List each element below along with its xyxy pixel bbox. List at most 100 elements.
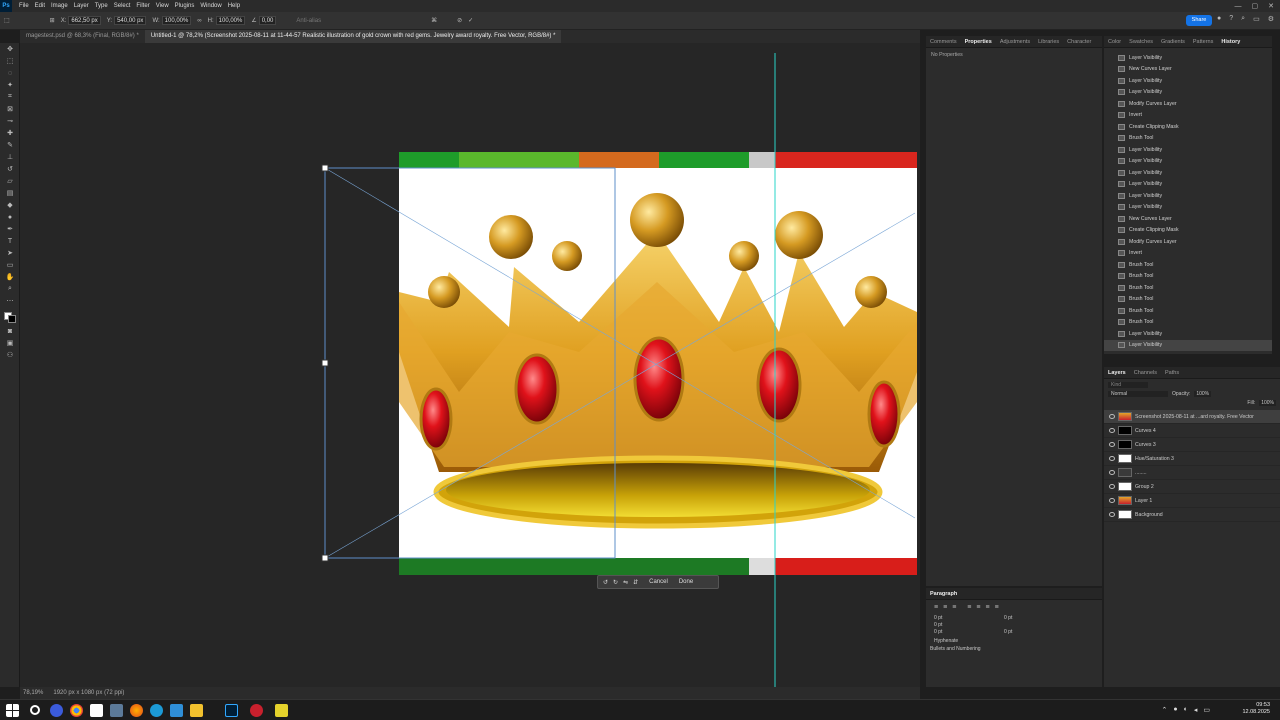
history-item[interactable]: Modify Curves Layer	[1104, 236, 1272, 248]
angle-input[interactable]: 0,00	[258, 16, 277, 25]
mic-icon[interactable]: ●	[1173, 706, 1177, 714]
justify-all-icon[interactable]: ≡	[995, 604, 999, 611]
opacity-input[interactable]: 100%	[1194, 391, 1212, 397]
tab-untitled-1[interactable]: Untitled-1 @ 78,2% (Screenshot 2025-08-1…	[144, 30, 562, 43]
tab-character[interactable]: Character	[1063, 36, 1095, 47]
transform-handle[interactable]	[321, 359, 329, 367]
history-item[interactable]: Brush Tool	[1104, 133, 1272, 145]
tab-adjustments[interactable]: Adjustments	[996, 36, 1034, 47]
brush-tool-icon[interactable]: ✎	[0, 139, 20, 151]
blend-mode-select[interactable]: Normal	[1108, 391, 1168, 397]
menu-layer[interactable]: Layer	[71, 3, 92, 9]
copilot-icon[interactable]	[50, 704, 63, 717]
settings-icon[interactable]: ⚙	[1268, 15, 1274, 23]
clock[interactable]: 09:53 12.08.2025	[1242, 702, 1270, 716]
history-item[interactable]: Brush Tool	[1104, 259, 1272, 271]
history-item[interactable]: Layer Visibility	[1104, 167, 1272, 179]
maximize-button[interactable]: ▢	[1252, 2, 1259, 10]
layer-row[interactable]: Curves 3	[1104, 438, 1280, 452]
eraser-icon[interactable]: ▱	[0, 175, 20, 187]
share-button[interactable]: Share	[1186, 15, 1212, 26]
history-item[interactable]: Brush Tool	[1104, 271, 1272, 283]
fill-input[interactable]: 100%	[1259, 400, 1276, 406]
crop-tool-icon[interactable]: ⌗	[0, 91, 20, 103]
menu-select[interactable]: Select	[111, 3, 134, 9]
move-tool-icon[interactable]: ✥	[0, 43, 20, 55]
healing-brush-icon[interactable]: ✚	[0, 127, 20, 139]
reference-point-icon[interactable]: ⊞	[50, 17, 55, 24]
history-item[interactable]: Invert	[1104, 248, 1272, 260]
x-input[interactable]: 662,50 px	[68, 16, 101, 25]
close-button[interactable]: ✕	[1268, 2, 1274, 10]
eyedropper-icon[interactable]: ⊸	[0, 115, 20, 127]
tab-patterns[interactable]: Patterns	[1189, 36, 1217, 47]
layer-row[interactable]: Curves 4	[1104, 424, 1280, 438]
cancel-button[interactable]: Cancel	[649, 579, 668, 585]
history-item[interactable]: Create Clipping Mask	[1104, 225, 1272, 237]
layer-row[interactable]: Screenshot 2025-08-11 at ...ard royalty.…	[1104, 410, 1280, 424]
help-icon[interactable]: ?	[1229, 15, 1233, 23]
menu-image[interactable]: Image	[48, 3, 71, 9]
justify-center-icon[interactable]: ≡	[976, 604, 980, 611]
hyphenate-checkbox[interactable]: Hyphenate	[926, 635, 1102, 645]
workspace-icon[interactable]: ▭	[1253, 15, 1260, 23]
history-item[interactable]: Brush Tool	[1104, 305, 1272, 317]
history-item[interactable]: Brush Tool	[1104, 294, 1272, 306]
layer-row[interactable]: Layer 1	[1104, 494, 1280, 508]
layer-row[interactable]: Hue/Saturation 3	[1104, 452, 1280, 466]
windows-start-icon[interactable]	[6, 704, 19, 717]
align-left-icon[interactable]: ≡	[934, 604, 938, 611]
notification-icon[interactable]: ●	[1217, 15, 1221, 23]
w-input[interactable]: 100,00%	[161, 16, 192, 25]
interpolation[interactable]: Anti-alias	[296, 18, 321, 24]
history-item[interactable]: Brush Tool	[1104, 282, 1272, 294]
flip-horizontal-icon[interactable]: ⇋	[623, 579, 628, 586]
eye-icon[interactable]	[1109, 512, 1115, 517]
history-item[interactable]: Layer Visibility	[1104, 52, 1272, 64]
history-item[interactable]: New Curves Layer	[1104, 213, 1272, 225]
path-select-icon[interactable]: ➤	[0, 247, 20, 259]
notes-icon[interactable]	[275, 704, 288, 717]
history-item[interactable]: Layer Visibility	[1104, 144, 1272, 156]
gradient-tool-icon[interactable]: ▤	[0, 187, 20, 199]
h-input[interactable]: 100,00%	[215, 16, 246, 25]
eye-icon[interactable]	[1109, 484, 1115, 489]
tab-swatches[interactable]: Swatches	[1125, 36, 1157, 47]
history-item[interactable]: Layer Visibility	[1104, 87, 1272, 99]
history-item[interactable]: Layer Visibility	[1104, 339, 1272, 351]
flip-vertical-icon[interactable]: ⇵	[633, 579, 638, 586]
done-button[interactable]: Done	[679, 579, 693, 585]
blur-tool-icon[interactable]: ◆	[0, 199, 20, 211]
history-item[interactable]: Brush Tool	[1104, 317, 1272, 329]
zoom-tool-icon[interactable]: ⌕	[0, 283, 20, 295]
menu-view[interactable]: View	[153, 3, 172, 9]
mail-icon[interactable]	[170, 704, 183, 717]
edge-icon[interactable]	[150, 704, 163, 717]
indent-first-input[interactable]: 0 pt	[934, 622, 994, 628]
marquee-tool-icon[interactable]: ⬚	[0, 55, 20, 67]
rotate-left-icon[interactable]: ↺	[603, 579, 608, 586]
menu-window[interactable]: Window	[197, 3, 224, 9]
layer-row[interactable]: Group 2	[1104, 480, 1280, 494]
clone-stamp-icon[interactable]: ⊥	[0, 151, 20, 163]
indent-left-input[interactable]: 0 pt	[934, 615, 994, 621]
menu-file[interactable]: File	[16, 3, 32, 9]
dodge-tool-icon[interactable]: ●	[0, 211, 20, 223]
battery-icon[interactable]: ▭	[1203, 706, 1210, 714]
lasso-tool-icon[interactable]: ◌	[0, 67, 20, 79]
artboard-icon[interactable]: ⚇	[0, 349, 20, 361]
network-icon[interactable]: ◐	[1184, 706, 1188, 714]
history-item[interactable]: Layer Visibility	[1104, 75, 1272, 87]
history-item[interactable]: Invert	[1104, 110, 1272, 122]
rectangle-tool-icon[interactable]: ▭	[0, 259, 20, 271]
tab-properties[interactable]: Properties	[961, 36, 996, 47]
tab-paths[interactable]: Paths	[1161, 367, 1183, 378]
magic-wand-icon[interactable]: ✦	[0, 79, 20, 91]
history-brush-icon[interactable]: ↺	[0, 163, 20, 175]
minimize-button[interactable]: —	[1235, 3, 1242, 10]
chrome-icon[interactable]	[70, 704, 83, 717]
transform-handle[interactable]	[321, 164, 329, 172]
firefox-icon[interactable]	[130, 704, 143, 717]
layer-filter-kind[interactable]: Kind	[1108, 382, 1148, 388]
more-tools-icon[interactable]: ⋯	[0, 295, 20, 307]
